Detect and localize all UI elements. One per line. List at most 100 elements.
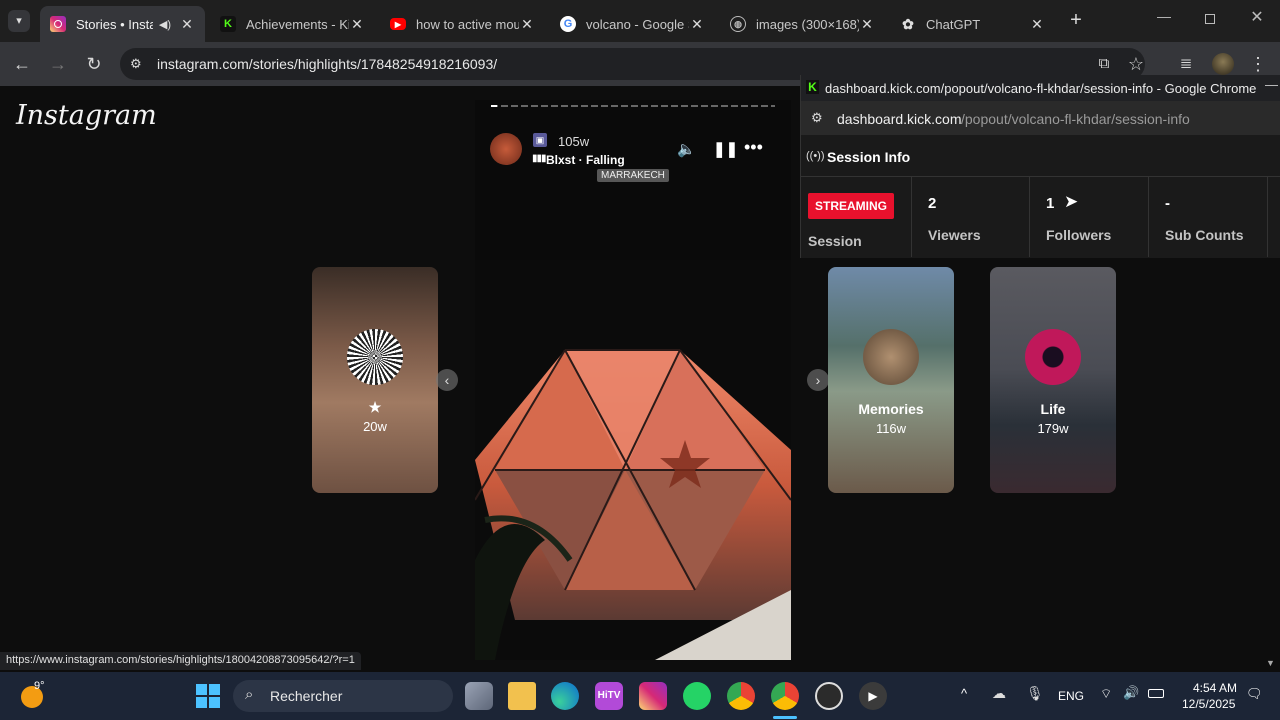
task-view-icon[interactable] xyxy=(465,682,493,710)
music-bars-icon: ▮▮▮ xyxy=(532,153,546,164)
media-controls-button[interactable]: ≣ xyxy=(1174,52,1198,76)
stat-session: STREAMING Session xyxy=(801,177,912,257)
search-placeholder: Rechercher xyxy=(270,688,343,704)
windows-logo-pane xyxy=(209,697,220,708)
cloud-sync-icon[interactable]: ☁ xyxy=(992,685,1006,702)
new-tab-button[interactable]: + xyxy=(1064,9,1088,33)
close-tab-icon[interactable]: ✕ xyxy=(859,16,875,33)
tab-title: ChatGPT xyxy=(926,16,981,32)
tab-chatgpt[interactable]: ✿ ChatGPT ✕ xyxy=(890,6,1055,42)
battery-icon[interactable] xyxy=(1148,689,1164,698)
close-tab-icon[interactable]: ✕ xyxy=(519,16,535,33)
tab-youtube[interactable]: ▶ how to active mouse ✕ xyxy=(380,6,545,42)
highlight-title: ★ xyxy=(368,399,382,415)
stat-caption: Sub Counts xyxy=(1165,227,1244,243)
instagram-logo[interactable]: Instagram xyxy=(16,100,157,131)
tab-kick-achievements[interactable]: K Achievements - Kick ✕ xyxy=(210,6,375,42)
stat-viewers: 2 Viewers xyxy=(912,177,1030,257)
tab-google-search[interactable]: G volcano - Google Search ✕ xyxy=(550,6,715,42)
star-icon: ☆ xyxy=(1127,54,1145,74)
pause-button[interactable]: ❚❚ xyxy=(713,140,738,158)
sub-count: - xyxy=(1165,195,1170,212)
link-status-bar: https://www.instagram.com/stories/highli… xyxy=(0,652,361,670)
volume-icon[interactable]: 🔊 xyxy=(1123,685,1139,701)
address-bar-url[interactable]: instagram.com/stories/highlights/1784825… xyxy=(157,56,497,72)
media-queue-icon: ≣ xyxy=(1179,55,1193,72)
previous-story-button[interactable]: ‹ xyxy=(436,369,458,391)
browser-menu-button[interactable]: ⋮ xyxy=(1246,52,1270,76)
highlight-title: Memories xyxy=(858,401,924,417)
language-indicator[interactable]: ENG xyxy=(1058,689,1084,703)
site-settings-icon[interactable]: ⚙ xyxy=(130,56,142,72)
kick-icon: K xyxy=(220,16,236,32)
popup-address-bar[interactable]: ⚙ dashboard.kick.com /popout/volcano-fl-… xyxy=(801,101,1280,135)
edge-icon[interactable] xyxy=(551,682,579,710)
kick-session-popup-window: K dashboard.kick.com/popout/volcano-fl-k… xyxy=(800,75,1280,258)
arrow-left-icon: ← xyxy=(13,54,31,74)
microphone-icon[interactable]: 🎙 xyxy=(1026,685,1044,702)
next-story-button[interactable]: › xyxy=(807,369,829,391)
close-tab-icon[interactable]: ✕ xyxy=(349,16,365,33)
instagram-app-icon[interactable] xyxy=(639,682,667,710)
close-tab-icon[interactable]: ✕ xyxy=(1029,16,1045,33)
highlight-card-previous[interactable]: ★ 20w xyxy=(312,267,438,493)
tab-images[interactable]: ◍ images (300×168) ✕ xyxy=(720,6,885,42)
popup-minimize-button[interactable]: — xyxy=(1265,77,1278,92)
profile-avatar[interactable] xyxy=(1212,53,1234,75)
windows-taskbar: 9° ⌕ Rechercher HiTV ▶ ^ ☁ 🎙 ENG ⌔ 🔊 4:5… xyxy=(0,672,1280,720)
forward-button[interactable]: → xyxy=(46,52,70,76)
close-tab-icon[interactable]: ✕ xyxy=(689,16,705,33)
file-explorer-icon[interactable] xyxy=(508,682,536,710)
weather-temperature[interactable]: 9° xyxy=(34,680,45,692)
tab-title: images (300×168) xyxy=(756,16,859,32)
highlight-age: 20w xyxy=(363,419,387,434)
notifications-icon[interactable]: 🗨 xyxy=(1246,686,1263,702)
highlight-card-memories[interactable]: Memories 116w xyxy=(828,267,954,493)
story-author-avatar[interactable] xyxy=(490,133,522,165)
hitv-icon[interactable]: HiTV xyxy=(595,682,623,710)
clock-date[interactable]: 12/5/2025 xyxy=(1182,697,1235,711)
clock-time[interactable]: 4:54 AM xyxy=(1193,681,1237,695)
chrome-icon[interactable] xyxy=(727,682,755,710)
back-button[interactable]: ← xyxy=(10,52,34,76)
story-more-button[interactable]: ••• xyxy=(744,137,763,158)
windows-logo-pane xyxy=(196,697,207,708)
stat-caption: Followers xyxy=(1046,227,1112,243)
story-player[interactable]: ▣ 105w ▮▮▮ Blxst · Falling MARRAKECH 🔈 ❚… xyxy=(475,100,791,660)
close-window-button[interactable]: ✕ xyxy=(1245,7,1269,31)
tab-search-button[interactable]: ▾ xyxy=(8,10,30,32)
restore-button[interactable] xyxy=(1198,8,1222,32)
chrome-profile-icon[interactable] xyxy=(771,682,799,710)
tab-instagram-stories[interactable]: Stories • Instagram ◀) ✕ xyxy=(40,6,205,42)
popup-url-host: dashboard.kick.com xyxy=(837,111,962,127)
chevron-left-icon: ‹ xyxy=(444,372,450,388)
bookmark-button[interactable]: ☆ xyxy=(1124,52,1148,76)
minimize-button[interactable]: — xyxy=(1152,8,1176,32)
mute-button[interactable]: 🔈 xyxy=(677,140,696,158)
reload-button[interactable]: ↻ xyxy=(82,52,106,76)
scroll-down-arrow[interactable]: ▼ xyxy=(1266,658,1275,668)
stat-sub-counts: - Sub Counts xyxy=(1149,177,1268,257)
start-button[interactable] xyxy=(196,684,220,708)
followers-count: 1 xyxy=(1046,195,1055,212)
site-settings-icon[interactable]: ⚙ xyxy=(811,110,823,126)
google-icon: G xyxy=(560,16,576,32)
wifi-icon[interactable]: ⌔ xyxy=(1100,686,1112,702)
story-music-track[interactable]: Blxst · Falling xyxy=(546,153,625,167)
install-app-button[interactable]: ⧉ xyxy=(1092,52,1116,76)
speaker-icon[interactable]: ◀) xyxy=(159,18,171,31)
highlight-card-life[interactable]: Life 179w xyxy=(990,267,1116,493)
chevron-up-icon[interactable]: ^ xyxy=(961,686,967,701)
media-player-icon[interactable]: ▶ xyxy=(859,682,887,710)
whatsapp-icon[interactable] xyxy=(683,682,711,710)
close-tab-icon[interactable]: ✕ xyxy=(179,16,195,33)
mouse-cursor-icon: ➤ xyxy=(1064,192,1079,211)
chevron-down-icon: ▾ xyxy=(16,15,22,27)
windows-logo-pane xyxy=(209,684,220,695)
tab-title: Achievements - Kick xyxy=(246,16,349,32)
obs-icon[interactable] xyxy=(815,682,843,710)
windows-logo-icon xyxy=(196,684,207,695)
session-info-title: Session Info xyxy=(827,149,911,165)
location-sticker[interactable]: MARRAKECH xyxy=(597,169,669,182)
taskbar-search[interactable]: ⌕ Rechercher xyxy=(233,680,453,712)
